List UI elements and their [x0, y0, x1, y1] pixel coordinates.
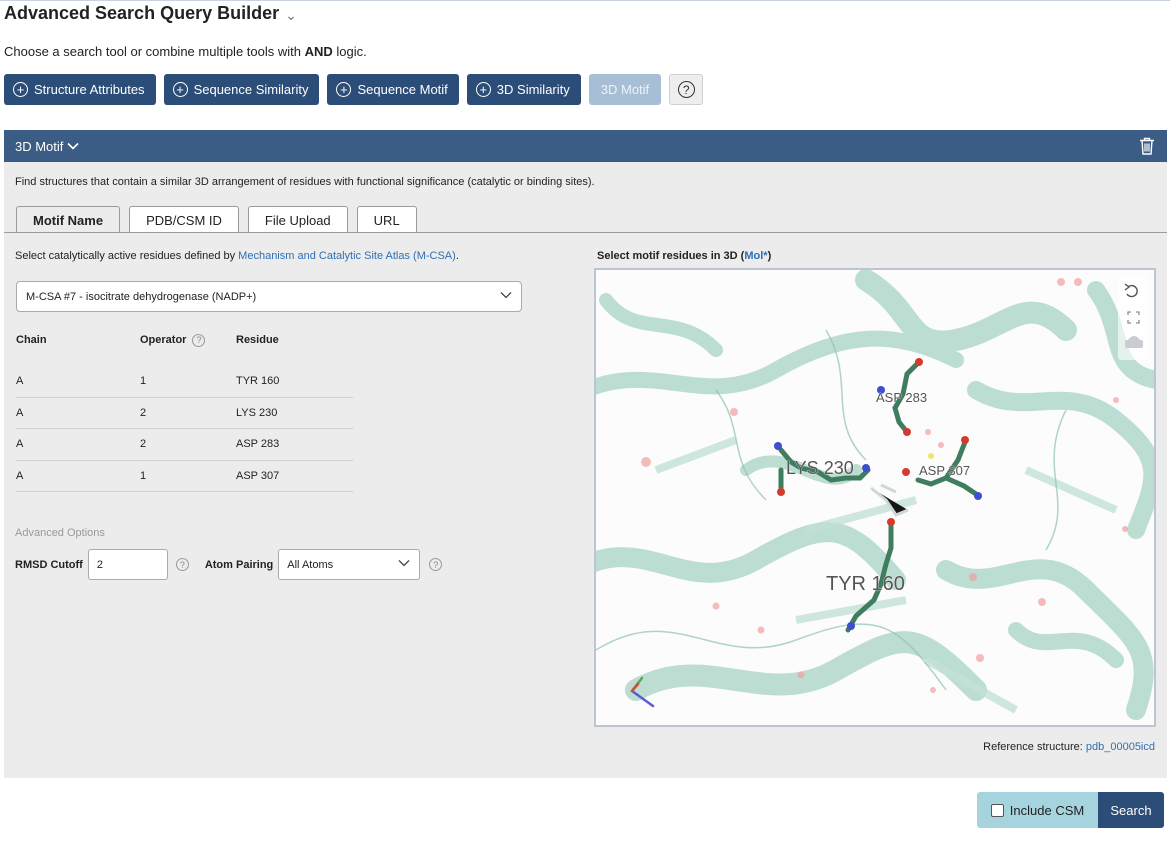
motif-select-dropdown[interactable]: M-CSA #7 - isocitrate dehydrogenase (NAD… — [16, 281, 522, 312]
advanced-options-row: RMSD Cutoff 2 ? Atom Pairing All Atoms ? — [15, 549, 443, 580]
viewer-controls — [1118, 276, 1148, 360]
page-title[interactable]: Advanced Search Query Builder ⌄ — [4, 3, 297, 24]
rmsd-cutoff-input[interactable]: 2 — [87, 549, 168, 580]
residue-table: Chain Operator ? Residue A 1 TYR 160 A 2… — [16, 326, 353, 492]
top-divider — [0, 0, 1170, 1]
sequence-motif-button[interactable]: + Sequence Motif — [327, 74, 459, 105]
chevron-down-icon — [398, 560, 410, 567]
plus-circle-icon: + — [172, 82, 188, 97]
m-csa-link[interactable]: Mechanism and Catalytic Site Atlas (M-CS… — [238, 250, 456, 262]
question-circle-icon[interactable]: ? — [175, 558, 189, 571]
molstar-3d-viewer[interactable]: ASP 283 LYS 230 ASP 307 TYR 160 — [594, 268, 1156, 727]
table-row: A 2 LYS 230 — [16, 398, 353, 429]
plus-circle-icon: + — [475, 82, 491, 97]
motif-select-value: M-CSA #7 - isocitrate dehydrogenase (NAD… — [26, 290, 257, 303]
molstar-link[interactable]: Mol* — [744, 250, 767, 262]
chevron-down-icon — [67, 142, 79, 150]
search-tool-toolbar: + Structure Attributes + Sequence Simila… — [4, 74, 704, 105]
table-row: A 1 TYR 160 — [16, 366, 353, 398]
residue-label[interactable]: LYS 230 — [786, 458, 854, 479]
reference-structure-link[interactable]: pdb_00005icd — [1086, 741, 1155, 753]
page-subtitle: Choose a search tool or combine multiple… — [4, 44, 367, 59]
chevron-down-icon[interactable]: ⌄ — [285, 7, 297, 24]
plus-circle-icon: + — [336, 82, 352, 97]
trash-icon[interactable] — [1137, 136, 1157, 156]
search-button[interactable]: Search — [1098, 792, 1164, 828]
column-header-chain: Chain — [16, 334, 47, 346]
tab-url[interactable]: URL — [356, 206, 417, 233]
atom-pairing-label: Atom Pairing — [204, 558, 274, 571]
question-circle-icon[interactable]: ? — [192, 333, 206, 347]
3d-motif-button: 3D Motif — [588, 74, 662, 105]
protein-structure-canvas[interactable]: ASP 283 LYS 230 ASP 307 TYR 160 — [596, 270, 1154, 725]
residue-label[interactable]: ASP 307 — [919, 463, 971, 479]
advanced-options-label: Advanced Options — [15, 527, 105, 539]
viewer-label: Select motif residues in 3D (Mol*) — [597, 250, 772, 262]
tab-pdb-csm-id[interactable]: PDB/CSM ID — [129, 206, 239, 233]
panel-title-toggle[interactable]: 3D Motif — [15, 139, 79, 154]
3d-similarity-button[interactable]: + 3D Similarity — [466, 74, 581, 105]
residue-label[interactable]: ASP 283 — [876, 390, 928, 406]
tab-motif-name[interactable]: Motif Name — [16, 206, 121, 233]
rmsd-cutoff-label: RMSD Cutoff — [15, 558, 83, 571]
tab-divider — [4, 232, 1167, 233]
panel-description: Find structures that contain a similar 3… — [15, 176, 595, 188]
search-footer: Include CSM Search — [977, 792, 1164, 828]
reference-structure: Reference structure: pdb_00005icd — [983, 741, 1155, 753]
help-button[interactable]: ? — [669, 74, 704, 105]
residue-label[interactable]: TYR 160 — [826, 573, 906, 596]
chevron-down-icon — [500, 292, 512, 299]
question-circle-icon: ? — [677, 81, 695, 98]
atom-pairing-select[interactable]: All Atoms — [278, 549, 421, 580]
panel-title: 3D Motif — [15, 138, 64, 154]
column-header-operator: Operator ? — [140, 333, 236, 347]
plus-circle-icon: + — [13, 82, 28, 97]
table-row: A 2 ASP 283 — [16, 429, 353, 461]
input-mode-tabs: Motif Name PDB/CSM ID File Upload URL — [16, 206, 417, 233]
include-csm-checkbox[interactable] — [990, 803, 1004, 817]
motif-select-label: Select catalytically active residues def… — [15, 250, 459, 262]
structure-attributes-button[interactable]: + Structure Attributes — [4, 74, 156, 105]
residue-table-header: Chain Operator ? Residue — [16, 326, 353, 354]
column-header-residue: Residue — [236, 334, 279, 346]
table-row: A 1 ASP 307 — [16, 461, 353, 492]
3d-motif-panel: 3D Motif Find structures that contain a … — [4, 130, 1167, 778]
include-csm-toggle[interactable]: Include CSM — [977, 792, 1098, 828]
question-circle-icon[interactable]: ? — [429, 558, 443, 571]
sequence-similarity-button[interactable]: + Sequence Similarity — [163, 74, 320, 105]
panel-header: 3D Motif — [4, 130, 1167, 162]
tab-file-upload[interactable]: File Upload — [247, 206, 348, 233]
page-title-text: Advanced Search Query Builder — [4, 3, 280, 23]
